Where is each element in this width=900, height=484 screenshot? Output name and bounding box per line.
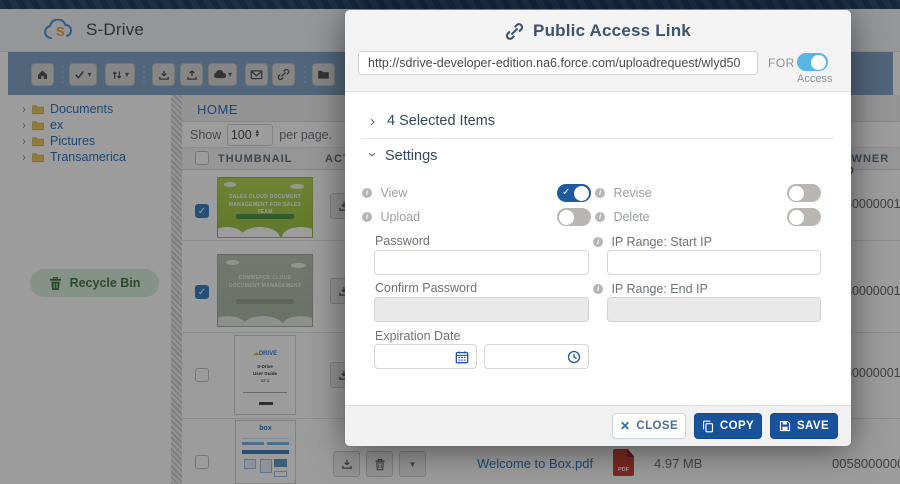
- info-icon[interactable]: i: [593, 284, 603, 294]
- close-x-icon: ✕: [620, 419, 630, 433]
- modal-header: Public Access Link FOR Access: [345, 10, 851, 92]
- settings-label: Settings: [385, 148, 437, 164]
- password-input[interactable]: [374, 250, 589, 275]
- close-button-label: CLOSE: [636, 420, 678, 432]
- revise-toggle[interactable]: [787, 184, 821, 202]
- upload-toggle[interactable]: [557, 208, 591, 226]
- chevron-down-icon: ›: [365, 152, 380, 157]
- end-ip-input: [607, 297, 821, 322]
- screen: S S-Drive ▾ ▾: [0, 0, 900, 484]
- info-icon[interactable]: i: [362, 188, 372, 198]
- toggle-view-row: i View: [362, 184, 407, 202]
- public-link-url-input[interactable]: [358, 51, 758, 75]
- toggle-delete-row: i Delete: [595, 208, 650, 226]
- save-icon: [779, 420, 791, 432]
- for-access-toggle[interactable]: [797, 53, 828, 71]
- close-button[interactable]: ✕ CLOSE: [612, 413, 686, 439]
- modal-footer: ✕ CLOSE COPY SAVE: [345, 405, 851, 446]
- link-icon: [505, 22, 524, 41]
- start-ip-label-row: i IP Range: Start IP: [593, 233, 712, 251]
- start-ip-input[interactable]: [607, 250, 821, 275]
- access-label: Access: [797, 73, 832, 85]
- public-access-link-modal: Public Access Link FOR Access › 4 Select…: [345, 10, 851, 446]
- chevron-right-icon: ›: [370, 114, 375, 129]
- end-ip-label-row: i IP Range: End IP: [593, 280, 708, 298]
- selected-items-section-header[interactable]: › 4 Selected Items: [370, 113, 495, 129]
- toggle-label-upload: Upload: [380, 210, 420, 224]
- save-button[interactable]: SAVE: [770, 413, 838, 439]
- info-icon[interactable]: i: [593, 237, 603, 247]
- toggle-upload-row: i Upload: [362, 208, 420, 226]
- selected-items-label: 4 Selected Items: [387, 113, 495, 129]
- confirm-password-label: Confirm Password: [375, 281, 477, 295]
- clock-icon[interactable]: [567, 350, 581, 369]
- info-icon[interactable]: i: [362, 212, 372, 222]
- info-icon[interactable]: i: [595, 212, 605, 222]
- end-ip-label: IP Range: End IP: [611, 282, 707, 296]
- confirm-password-input: [374, 297, 589, 322]
- view-toggle[interactable]: ✓: [557, 184, 591, 202]
- copy-icon: [702, 420, 714, 433]
- toggle-revise-row: i Revise: [595, 184, 652, 202]
- settings-section-header[interactable]: › Settings: [370, 148, 437, 164]
- save-button-label: SAVE: [797, 420, 829, 432]
- toggle-label-delete: Delete: [613, 210, 649, 224]
- for-label: FOR: [768, 56, 795, 70]
- calendar-icon[interactable]: [455, 350, 469, 369]
- expiration-date-label: Expiration Date: [375, 329, 460, 343]
- copy-button[interactable]: COPY: [694, 413, 762, 439]
- toggle-label-revise: Revise: [613, 186, 651, 200]
- start-ip-label: IP Range: Start IP: [611, 235, 712, 249]
- toggle-label-view: View: [380, 186, 407, 200]
- modal-title: Public Access Link: [533, 21, 691, 41]
- info-icon[interactable]: i: [595, 188, 605, 198]
- section-divider: [362, 138, 834, 139]
- password-label: Password: [375, 234, 430, 248]
- delete-toggle[interactable]: [787, 208, 821, 226]
- copy-button-label: COPY: [720, 420, 754, 432]
- check-icon: ✓: [562, 186, 570, 200]
